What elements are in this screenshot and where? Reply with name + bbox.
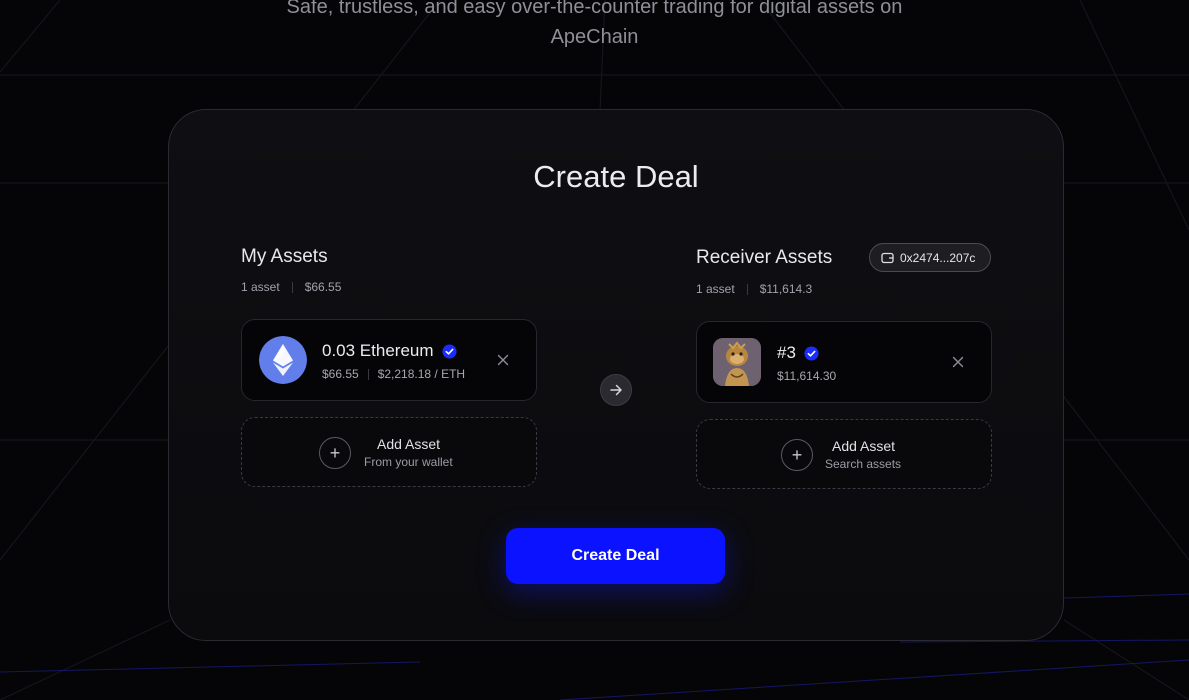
asset-name: #3 xyxy=(777,343,819,363)
card-title: Create Deal xyxy=(533,159,699,194)
verified-badge-icon xyxy=(804,345,819,361)
remove-asset-close-icon[interactable] xyxy=(496,353,510,367)
add-asset-label: Add Asset xyxy=(377,436,441,452)
asset-name: 0.03 Ethereum xyxy=(322,341,457,361)
arrow-right-icon xyxy=(610,384,622,396)
receiver-wallet-address[interactable]: 0x2474...207c xyxy=(869,243,991,272)
my-assets-title: My Assets xyxy=(241,246,328,267)
wallet-icon xyxy=(881,252,894,263)
swap-direction-arrow xyxy=(600,374,632,406)
receiver-assets-title: Receiver Assets xyxy=(696,247,833,268)
nft-ape-thumbnail xyxy=(713,338,761,386)
asset-details: $66.55 $2,218.18 / ETH xyxy=(322,367,465,381)
create-deal-button[interactable]: Create Deal xyxy=(506,528,725,584)
receiver-assets-count: 1 asset xyxy=(696,282,735,296)
my-assets-meta: 1 asset $66.55 xyxy=(241,280,341,294)
meta-divider xyxy=(746,283,748,295)
hero-subtitle: Safe, trustless, and easy over-the-count… xyxy=(0,0,1189,52)
create-deal-card: Create Deal My Assets 1 asset $66.55 0.0… xyxy=(168,109,1064,641)
asset-name-text: 0.03 Ethereum xyxy=(322,341,434,360)
remove-asset-close-icon[interactable] xyxy=(951,355,965,369)
add-asset-sublabel: From your wallet xyxy=(364,455,453,469)
add-asset-sublabel: Search assets xyxy=(825,457,902,471)
asset-price: $2,218.18 / ETH xyxy=(377,367,466,381)
my-assets-total: $66.55 xyxy=(304,280,342,294)
ethereum-icon xyxy=(259,336,307,384)
meta-divider xyxy=(291,281,293,293)
verified-badge-icon xyxy=(441,343,457,359)
my-assets-count: 1 asset xyxy=(241,280,280,294)
hero-subtitle-line2: ApeChain xyxy=(550,26,639,48)
receiver-asset-item[interactable]: #3 $11,614.30 xyxy=(696,321,992,403)
plus-icon: + xyxy=(319,437,351,469)
add-asset-button[interactable]: + Add Asset From your wallet xyxy=(241,417,537,487)
wallet-address-text: 0x2474...207c xyxy=(900,250,976,265)
add-asset-label: Add Asset xyxy=(832,438,896,454)
asset-name-text: #3 xyxy=(777,343,796,362)
asset-details: $11,614.30 xyxy=(777,369,836,383)
asset-value: $66.55 xyxy=(322,367,359,381)
meta-divider xyxy=(367,368,369,380)
receiver-assets-total: $11,614.3 xyxy=(759,282,813,296)
asset-value: $11,614.30 xyxy=(777,369,837,383)
hero-subtitle-line1: Safe, trustless, and easy over-the-count… xyxy=(286,0,903,18)
plus-icon: + xyxy=(781,439,813,471)
receiver-assets-meta: 1 asset $11,614.3 xyxy=(696,282,812,296)
my-asset-item[interactable]: 0.03 Ethereum $66.55 $2,218.18 / ETH xyxy=(241,319,537,401)
search-asset-button[interactable]: + Add Asset Search assets xyxy=(696,419,992,489)
